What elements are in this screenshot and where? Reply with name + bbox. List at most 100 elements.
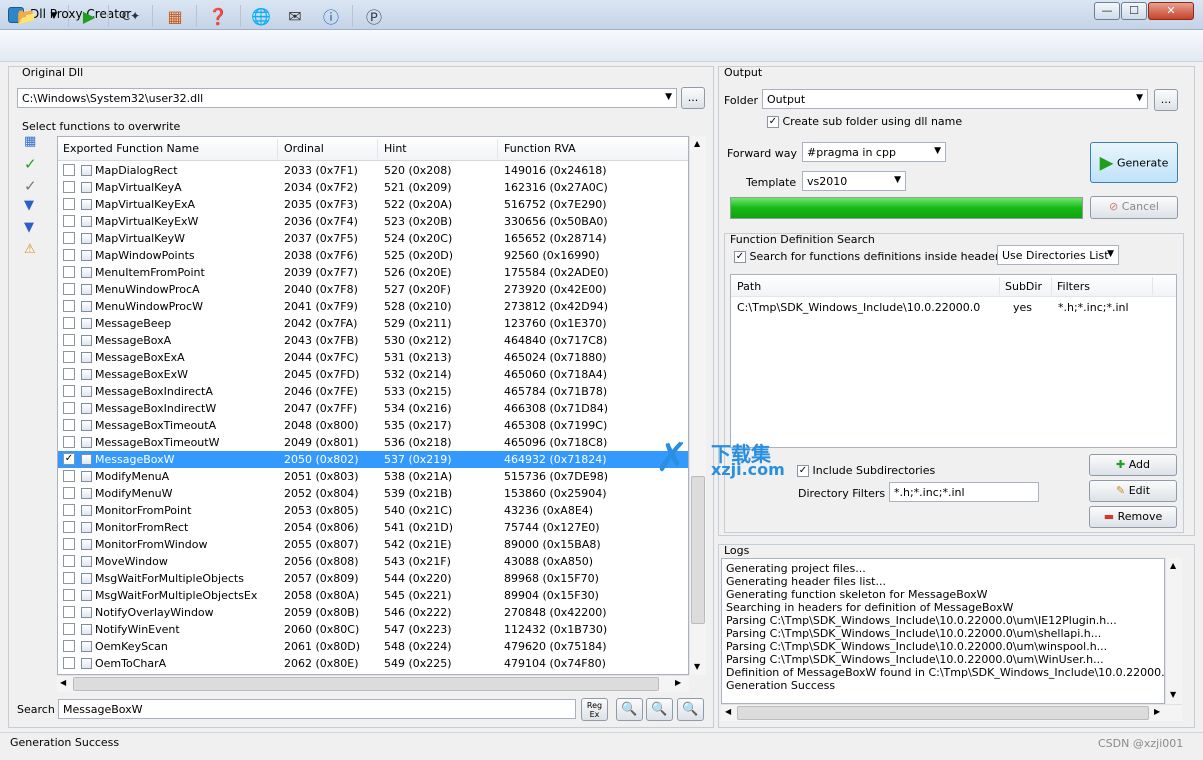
cancel-button[interactable]: ⊘ Cancel bbox=[1090, 196, 1178, 219]
row-checkbox[interactable] bbox=[63, 555, 75, 567]
chevron-down-icon[interactable]: ▼ bbox=[1107, 249, 1114, 259]
table-row[interactable]: MsgWaitForMultipleObjectsEx 2058 (0x80A) 5… bbox=[58, 587, 688, 604]
col-subdir[interactable]: SubDir bbox=[1005, 280, 1042, 293]
create-subfolder-checkbox[interactable]: ✓ bbox=[767, 116, 779, 128]
row-checkbox[interactable] bbox=[63, 266, 75, 278]
table-row[interactable]: ModifyMenuA 2051 (0x803) 538 (0x21A) 515736… bbox=[58, 468, 688, 485]
scroll-left-icon[interactable]: ◀ bbox=[725, 707, 731, 716]
mail-bug-icon[interactable]: ✉ bbox=[282, 3, 308, 29]
row-checkbox[interactable] bbox=[63, 368, 75, 380]
chevron-down-icon[interactable]: ▼ bbox=[46, 3, 62, 29]
output-folder-combo[interactable]: Output ▼ bbox=[762, 89, 1148, 109]
generate-button[interactable]: ▶ Generate bbox=[1090, 142, 1178, 183]
row-checkbox[interactable] bbox=[63, 657, 75, 669]
include-subdirs-checkbox[interactable]: ✓ bbox=[797, 465, 809, 477]
check-all-icon[interactable]: ✓ bbox=[24, 155, 42, 173]
row-checkbox[interactable] bbox=[63, 232, 75, 244]
globe-icon[interactable]: 🌐 bbox=[248, 3, 274, 29]
run-icon[interactable]: ▶ bbox=[76, 3, 102, 29]
scroll-down-icon[interactable]: ▼ bbox=[694, 662, 700, 671]
row-checkbox[interactable] bbox=[63, 198, 75, 210]
remove-button[interactable]: ▬ Remove bbox=[1089, 506, 1177, 528]
table-row[interactable]: MonitorFromWindow 2055 (0x807) 542 (0x21E)… bbox=[58, 536, 688, 553]
logs-horizontal-scrollbar[interactable]: ◀ ▶ bbox=[721, 704, 1182, 721]
scroll-up-icon[interactable]: ▲ bbox=[1170, 561, 1176, 570]
row-checkbox[interactable] bbox=[63, 538, 75, 550]
search-input[interactable]: MessageBoxW bbox=[58, 699, 576, 719]
info-icon[interactable]: ⓘ bbox=[318, 3, 344, 29]
row-checkbox[interactable] bbox=[63, 317, 75, 329]
scroll-down-icon[interactable]: ▼ bbox=[1170, 690, 1176, 699]
table-row[interactable]: MessageBoxIndirectW 2047 (0x7FF) 534 (0x21… bbox=[58, 400, 688, 417]
table-row[interactable]: MapDialogRect 2033 (0x7F1) 520 (0x208) 1490… bbox=[58, 162, 688, 179]
col-path[interactable]: Path bbox=[737, 280, 761, 293]
filter-checked-icon[interactable]: ▼ bbox=[24, 198, 42, 214]
table-row[interactable]: MessageBoxExW 2045 (0x7FD) 532 (0x214) 4650… bbox=[58, 366, 688, 383]
row-checkbox[interactable] bbox=[63, 487, 75, 499]
select-tree-icon[interactable]: ▦ bbox=[24, 134, 42, 150]
row-checkbox[interactable] bbox=[63, 300, 75, 312]
directory-filters-input[interactable]: *.h;*.inc;*.inl bbox=[889, 482, 1039, 502]
table-row[interactable]: MessageBoxIndirectA 2046 (0x7FE) 533 (0x21… bbox=[58, 383, 688, 400]
row-checkbox[interactable] bbox=[63, 351, 75, 363]
row-checkbox[interactable] bbox=[63, 215, 75, 227]
table-row[interactable]: MsgWaitForMultipleObjects 2057 (0x809) 544… bbox=[58, 570, 688, 587]
template-select[interactable]: vs2010 ▼ bbox=[802, 171, 906, 191]
table-row[interactable]: MessageBoxTimeoutA 2048 (0x800) 535 (0x217… bbox=[58, 417, 688, 434]
row-checkbox[interactable] bbox=[63, 436, 75, 448]
col-function-name[interactable]: Exported Function Name bbox=[63, 142, 199, 155]
scroll-right-icon[interactable]: ▶ bbox=[1154, 707, 1160, 716]
scroll-thumb[interactable] bbox=[691, 476, 705, 624]
row-checkbox[interactable] bbox=[63, 606, 75, 618]
table-row[interactable]: MessageBoxExA 2044 (0x7FC) 531 (0x213) 4650… bbox=[58, 349, 688, 366]
search-headers-checkbox[interactable]: ✓ bbox=[734, 251, 746, 263]
settings-grid-icon[interactable]: ▦ bbox=[162, 3, 188, 29]
scroll-left-icon[interactable]: ◀ bbox=[60, 678, 66, 687]
table-row[interactable]: MapVirtualKeyA 2034 (0x7F2) 521 (0x209) 162… bbox=[58, 179, 688, 196]
table-row[interactable]: MonitorFromPoint 2053 (0x805) 540 (0x21C) 4… bbox=[58, 502, 688, 519]
table-row[interactable]: NotifyWinEvent 2060 (0x80C) 547 (0x223) 112… bbox=[58, 621, 688, 638]
row-checkbox[interactable] bbox=[63, 572, 75, 584]
scroll-thumb[interactable] bbox=[737, 706, 1149, 720]
grid-vertical-scrollbar[interactable]: ▲ ▼ bbox=[689, 136, 706, 675]
table-row[interactable]: MessageBeep 2042 (0x7FA) 529 (0x211) 123760… bbox=[58, 315, 688, 332]
minimize-button[interactable]: — bbox=[1094, 2, 1120, 20]
row-checkbox[interactable] bbox=[63, 283, 75, 295]
table-row[interactable]: MonitorFromRect 2054 (0x806) 541 (0x21D) 75… bbox=[58, 519, 688, 536]
directory-row[interactable]: C:\Tmp\SDK_Windows_Include\10.0.22000.0 … bbox=[731, 299, 1176, 316]
row-checkbox[interactable] bbox=[63, 419, 75, 431]
regex-button[interactable]: Reg Ex bbox=[581, 698, 608, 721]
table-row[interactable]: OemToCharA 2062 (0x80E) 549 (0x225) 479104 … bbox=[58, 655, 688, 672]
original-dll-combo[interactable]: C:\Windows\System32\user32.dll ▼ bbox=[17, 88, 677, 108]
row-checkbox[interactable] bbox=[63, 249, 75, 261]
col-hint[interactable]: Hint bbox=[384, 142, 407, 155]
scroll-right-icon[interactable]: ▶ bbox=[675, 678, 681, 687]
table-row[interactable]: OemKeyScan 2061 (0x80D) 548 (0x224) 479620 … bbox=[58, 638, 688, 655]
row-checkbox[interactable] bbox=[63, 164, 75, 176]
scroll-thumb[interactable] bbox=[73, 677, 659, 691]
row-checkbox[interactable] bbox=[63, 334, 75, 346]
close-button[interactable]: ✕ bbox=[1148, 2, 1194, 20]
maximize-button[interactable]: ☐ bbox=[1121, 2, 1147, 20]
filter-icon[interactable]: ▼ bbox=[24, 220, 42, 236]
browse-folder-button[interactable]: ... bbox=[1154, 89, 1178, 111]
table-row[interactable]: MenuWindowProcA 2040 (0x7F8) 527 (0x20F) 27… bbox=[58, 281, 688, 298]
table-row[interactable]: NotifyOverlayWindow 2059 (0x80B) 546 (0x22… bbox=[58, 604, 688, 621]
chevron-down-icon[interactable]: ▼ bbox=[1136, 93, 1143, 103]
logs-vertical-scrollbar[interactable]: ▲ ▼ bbox=[1165, 558, 1182, 704]
chevron-down-icon[interactable]: ▼ bbox=[665, 92, 672, 102]
row-checkbox[interactable] bbox=[63, 470, 75, 482]
table-row[interactable]: MapWindowPoints 2038 (0x7F6) 525 (0x20D) 92… bbox=[58, 247, 688, 264]
row-checkbox[interactable]: ✓ bbox=[63, 453, 75, 465]
search-next-icon[interactable]: 🔍 bbox=[646, 698, 673, 721]
search-headers-option[interactable]: ✓ Search for functions definitions insid… bbox=[734, 250, 1005, 263]
include-subdirs-option[interactable]: ✓ Include Subdirectories bbox=[797, 464, 935, 477]
table-row[interactable]: MapVirtualKeyExA 2035 (0x7F3) 522 (0x20A) 5… bbox=[58, 196, 688, 213]
help-icon[interactable]: ❓ bbox=[205, 3, 231, 29]
chevron-down-icon[interactable]: ▼ bbox=[894, 175, 901, 185]
col-ordinal[interactable]: Ordinal bbox=[284, 142, 324, 155]
row-checkbox[interactable] bbox=[63, 521, 75, 533]
chevron-down-icon[interactable]: ▼ bbox=[934, 146, 941, 156]
uncheck-all-icon[interactable]: ✓ bbox=[24, 177, 42, 195]
create-subfolder-option[interactable]: ✓ Create sub folder using dll name bbox=[767, 115, 962, 128]
